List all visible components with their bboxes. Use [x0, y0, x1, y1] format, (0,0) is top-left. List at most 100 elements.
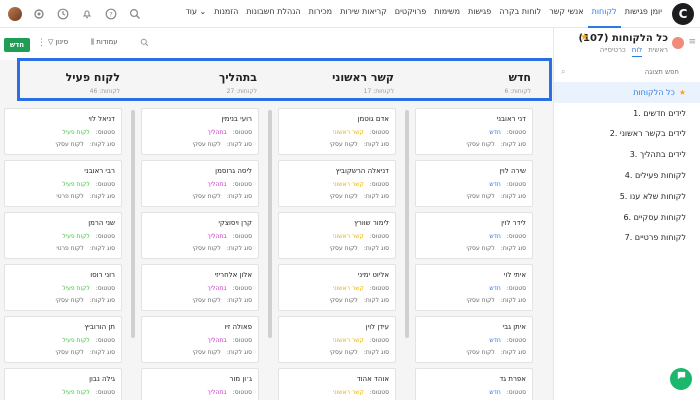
- sidebar-item-private[interactable]: 7. לקוחות פרטיים: [554, 228, 700, 249]
- customer-card[interactable]: גילה נבוןסטטוס:לקוח פעילסוג לקוח:לקוח עס…: [4, 368, 122, 400]
- nav-accounting[interactable]: הנהלת חשבונות: [242, 0, 304, 28]
- customer-card[interactable]: שירה לוין סטטוס: חדש סוג לקוח: לקוח עסקי: [415, 160, 533, 207]
- customer-card[interactable]: קרן ויסוצקי סטטוס: בתהליך סוג לקוח: לקוח עסק…: [141, 212, 259, 259]
- card-customer-name: שירה לוין: [499, 167, 526, 175]
- app-logo[interactable]: C: [672, 3, 694, 25]
- kanban-board: חדש לקוחות: 6 דני ראובני סטטוס: חדש סוג לקוח:…: [0, 60, 553, 400]
- help-icon[interactable]: ?: [104, 7, 118, 21]
- customer-card[interactable]: אליוט ימיני סטטוס: קשר ראשוני סוג לקוח: לקוח…: [278, 264, 396, 311]
- type-label: סוג לקוח:: [363, 349, 389, 356]
- customer-card[interactable]: פאולה זיו סטטוס: בתהליך סוג לקוח: לקוח עסקי: [141, 316, 259, 363]
- sidebar-tabs: ראשית לוח כרטיסייה: [600, 46, 668, 57]
- columns-button[interactable]: ⫼ עמודות: [91, 38, 118, 47]
- filter-button[interactable]: ▽ סינון: [48, 38, 68, 46]
- status-label: סטטוס:: [232, 181, 252, 188]
- status-value: חדש: [489, 389, 501, 396]
- column-scrollbar[interactable]: [268, 110, 272, 338]
- card-status-row: סטטוס: לקוח פעיל: [62, 181, 115, 188]
- column-first-contact: קשר ראשוני לקוחות: 17 אדם גוטמן סטטוס: קשר ר…: [268, 60, 398, 400]
- star-icon[interactable]: ★: [580, 32, 589, 43]
- column-title: קשר ראשוני: [332, 71, 394, 84]
- sidebar-item-first-contact[interactable]: 2. לידים בקשר ראשוני: [554, 124, 700, 145]
- customer-card[interactable]: רבי ראובני סטטוס: לקוח פעיל סוג לקוח: לקוח פ…: [4, 160, 122, 207]
- nav-contacts[interactable]: אנשי קשר: [545, 0, 587, 28]
- column-scrollbar[interactable]: [405, 110, 409, 338]
- chat-icon[interactable]: [670, 368, 692, 390]
- card-status-row: סטטוס: בתהליך: [207, 285, 252, 292]
- view-search-input[interactable]: [561, 66, 679, 78]
- type-value: לקוח עסקי: [329, 141, 358, 148]
- customer-card[interactable]: לימור שוורץ סטטוס: קשר ראשוני סוג לקוח: לקוח…: [278, 212, 396, 259]
- status-value: חדש: [489, 233, 501, 240]
- type-label: סוג לקוח:: [500, 297, 526, 304]
- card-customer-name: אוהד אהוד: [356, 375, 389, 383]
- customer-card[interactable]: אלון אלחריזי סטטוס: בתהליך סוג לקוח: לקוח עס…: [141, 264, 259, 311]
- board-search-icon[interactable]: [140, 38, 149, 49]
- customer-card[interactable]: אפרת גדסטטוס:חדשסוג לקוח:לקוח עסקי: [415, 368, 533, 400]
- toolbar: חדש ⋮ ▽ סינון ⫼ עמודות: [0, 28, 553, 60]
- more-options-icon[interactable]: ⋮: [37, 38, 46, 48]
- card-status-row: סטטוס: בתהליך: [207, 233, 252, 240]
- type-label: סוג לקוח:: [89, 349, 115, 356]
- clock-icon[interactable]: [56, 7, 70, 21]
- card-customer-name: גילה נבון: [89, 375, 115, 383]
- nav-projects[interactable]: פרויקטים: [391, 0, 430, 28]
- user-avatar[interactable]: [8, 7, 22, 21]
- customer-card[interactable]: תן הורוביץ סטטוס: לקוח פעיל סוג לקוח: לקוח ע…: [4, 316, 122, 363]
- nav-calendar[interactable]: יומן פגישות: [621, 0, 666, 28]
- card-type-row: סוג לקוח: לקוח עסקי: [55, 297, 115, 304]
- nav-meetings[interactable]: פגישות: [464, 0, 495, 28]
- card-customer-name: דניאלה הרשקוביץ: [335, 167, 389, 175]
- customer-card[interactable]: רוני רוסו סטטוס: לקוח פעיל סוג לקוח: לקוח עס…: [4, 264, 122, 311]
- column-count: לקוחות: 6: [504, 88, 531, 95]
- customer-card[interactable]: רועי בנימין סטטוס: בתהליך סוג לקוח: לקוח עסק…: [141, 108, 259, 155]
- main-nav: יומן פגישות לקוחות אנשי קשר לוחות בקרה פ…: [181, 0, 666, 28]
- type-value: לקוח פרטי: [56, 245, 84, 252]
- column-scrollbar[interactable]: [131, 110, 135, 338]
- card-customer-name: אליוט ימיני: [357, 271, 389, 279]
- status-label: סטטוס:: [95, 285, 115, 292]
- bell-icon[interactable]: [80, 7, 94, 21]
- customer-card[interactable]: שני הרמן סטטוס: לקוח פעיל סוג לקוח: לקוח פרט…: [4, 212, 122, 259]
- nav-customers[interactable]: לקוחות: [587, 0, 621, 28]
- customer-card[interactable]: דני ראובני סטטוס: חדש סוג לקוח: לקוח עסקי: [415, 108, 533, 155]
- sidebar-item-all-customers[interactable]: ★ כל הלקוחות: [554, 82, 700, 103]
- sidebar-item-active[interactable]: 4. לקוחות פעילים: [554, 165, 700, 186]
- status-value: קשר ראשוני: [332, 181, 364, 188]
- status-label: סטטוס:: [369, 233, 389, 240]
- card-customer-name: ליסה גרוסמן: [215, 167, 252, 175]
- card-status-row: סטטוס: לקוח פעיל: [62, 129, 115, 136]
- menu-icon[interactable]: ≡: [688, 37, 696, 47]
- customer-card[interactable]: דניאל לוי סטטוס: לקוח פעיל סוג לקוח: לקוח עס…: [4, 108, 122, 155]
- tab-main[interactable]: ראשית: [648, 46, 668, 57]
- customer-card[interactable]: ליסה גרוסמן סטטוס: בתהליך סוג לקוח: לקוח עסק…: [141, 160, 259, 207]
- card-type-row: סוג לקוח: לקוח עסקי: [55, 141, 115, 148]
- customer-card[interactable]: ג׳ון מורסטטוס:בתהליךסוג לקוח:לקוח עסקי: [141, 368, 259, 400]
- customer-card[interactable]: עידן לוין סטטוס: קשר ראשוני סוג לקוח: לקוח ע…: [278, 316, 396, 363]
- nav-tasks[interactable]: משימות: [430, 0, 464, 28]
- customer-card[interactable]: איתן גבי סטטוס: חדש סוג לקוח: לקוח עסקי: [415, 316, 533, 363]
- nav-more[interactable]: עוד ⌄: [181, 0, 210, 28]
- sidebar-item-business[interactable]: 6. לקוחות עסקיים: [554, 207, 700, 228]
- new-button[interactable]: חדש: [4, 38, 30, 52]
- customer-card[interactable]: אוהד אהודסטטוס:קשר ראשוניסוג לקוח:לקוח ע…: [278, 368, 396, 400]
- customer-card[interactable]: דניאלה הרשקוביץ סטטוס: קשר ראשוני סוג לקוח:…: [278, 160, 396, 207]
- card-type-row: סוג לקוח: לקוח עסקי: [192, 193, 252, 200]
- card-status-row: סטטוס: חדש: [489, 129, 526, 136]
- nav-service-calls[interactable]: קריאות שירות: [336, 0, 391, 28]
- card-type-row: סוג לקוח: לקוח עסקי: [192, 349, 252, 356]
- tab-card[interactable]: כרטיסייה: [600, 46, 626, 57]
- settings-icon[interactable]: [32, 7, 46, 21]
- tab-board[interactable]: לוח: [631, 46, 643, 57]
- nav-dashboards[interactable]: לוחות בקרה: [495, 0, 545, 28]
- sidebar-item-in-progress[interactable]: 3. לידים בתהליך: [554, 144, 700, 165]
- customer-card[interactable]: איתי לוי סטטוס: חדש סוג לקוח: לקוח עסקי: [415, 264, 533, 311]
- nav-sales[interactable]: מכירות: [305, 0, 336, 28]
- search-icon[interactable]: [128, 7, 142, 21]
- nav-orders[interactable]: הזמנות: [210, 0, 242, 28]
- customer-card[interactable]: לידר לוין סטטוס: חדש סוג לקוח: לקוח עסקי: [415, 212, 533, 259]
- status-value: קשר ראשוני: [332, 285, 364, 292]
- customer-card[interactable]: אדם גוטמן סטטוס: קשר ראשוני סוג לקוח: לקוח ע…: [278, 108, 396, 155]
- sidebar-item-unanswered[interactable]: 5. לקוחות שלא ענו: [554, 186, 700, 207]
- sidebar-item-new-leads[interactable]: 1. לידים חדשים: [554, 103, 700, 124]
